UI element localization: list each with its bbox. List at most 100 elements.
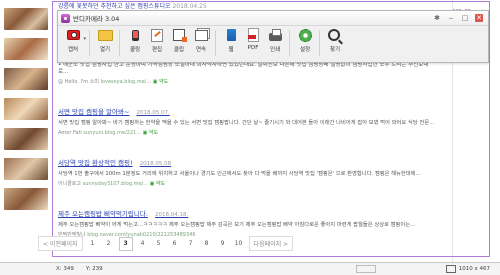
folder-icon (97, 29, 113, 41)
print-button[interactable]: 인쇄 (265, 28, 285, 53)
resolution-icon (445, 265, 456, 273)
pdf-label: PDF (247, 45, 259, 51)
search-icon (327, 29, 340, 41)
result-title-link[interactable]: 제주 오는캠핑밥 삐약먹기립니다. (58, 210, 148, 218)
result-meta: Amor Fati sunyuni.blog.me/221... ▣ 약도 (58, 129, 438, 136)
toolbar: ▾ 캡처 열기 콜링 편집 클립 연속 웹 PDF 인쇄 설정 찾기 (58, 26, 488, 63)
thumbnail-image[interactable] (4, 158, 48, 180)
map-tag-label: 약도 (159, 79, 169, 85)
cursor-y: Y: 239 (85, 266, 103, 272)
gear-icon (298, 28, 312, 42)
doc-icon (226, 29, 236, 41)
result-url[interactable]: lovesoya.blog.me/... (101, 79, 152, 85)
map-tag[interactable]: ▣ 약도 (153, 79, 169, 85)
map-tag-label: 약도 (148, 130, 159, 136)
settings-label: 설정 (299, 47, 311, 53)
edit-label: 편집 (151, 47, 163, 53)
open-button[interactable]: 열기 (95, 28, 115, 53)
page-3-current[interactable]: 3 (118, 236, 133, 251)
stack-icon (194, 29, 208, 41)
clip-label: 클립 (173, 47, 185, 53)
map-tag[interactable]: ▣ 약도 (150, 181, 166, 187)
pin-icon[interactable]: ✱ (433, 14, 441, 22)
thumbnail-image[interactable] (4, 128, 48, 150)
app-logo-icon (61, 13, 70, 23)
window-title: 반디카메라 3.04 (73, 15, 120, 23)
pagination: < 이전페이지 1 2 3 4 5 6 7 8 9 10 다음페이지 > (38, 236, 294, 251)
result-title-link[interactable]: 서당역 맛집 환상적인 캠핑! (58, 159, 133, 167)
dropdown-arrow-icon[interactable]: ▾ (83, 36, 86, 42)
page-8[interactable]: 8 (201, 238, 213, 250)
pdf-icon (247, 28, 259, 42)
thumbnail-image[interactable] (4, 98, 48, 120)
continuous-label: 연속 (195, 47, 207, 53)
thumbnail-image[interactable] (4, 8, 48, 30)
search-results: • 해군도 맛집 캠핑사업 한고 운영하며 가족캠핑장 모델하대 회사식사하면 … (58, 62, 438, 238)
toolbar-separator (215, 30, 216, 56)
capture-size: 1010 x 467 (458, 266, 490, 272)
web-button[interactable]: 웹 (221, 28, 241, 53)
continuous-button[interactable]: 연속 (191, 28, 211, 53)
print-label: 인쇄 (269, 47, 281, 53)
search-result-item: 제주 오는캠핑밥 삐약먹기립니다. 2018.04.18. 제주 오는캠핑밥 삐… (58, 201, 438, 238)
capture-button[interactable]: ▾ 캡처 (61, 28, 86, 53)
result-source: Amor Fati (58, 130, 82, 136)
minimize-button[interactable]: ‒ (447, 14, 455, 22)
result-description: 사당역 1번 출구에서 100m 1분정도 거리에 위치하고 서울이나 경기도 … (58, 171, 421, 177)
title-bar[interactable]: 반디카메라 3.04 ✱ ‒ □ ✕ (58, 11, 488, 26)
map-tag[interactable]: ▣ 약도 (143, 130, 159, 136)
page-7[interactable]: 7 (185, 238, 197, 250)
bandicam-window: 반디카메라 3.04 ✱ ‒ □ ✕ ▾ 캡처 열기 콜링 편집 클립 연속 웹… (57, 10, 489, 63)
page-5[interactable]: 5 (153, 238, 165, 250)
edit-button[interactable]: 편집 (147, 28, 167, 53)
close-button[interactable]: ✕ (475, 14, 483, 22)
background-thumbnail-column (2, 8, 50, 218)
result-title-link[interactable]: 서면 맛집 캠핑을 알아봐~ (58, 108, 129, 116)
result-url[interactable]: sunyuni.blog.me/221... (83, 130, 141, 136)
maximize-button[interactable]: □ (461, 14, 469, 22)
search-result-item: 서면 맛집 캠핑을 알아봐~ 2018.05.07. 서면 맛집 캠핑 알아봐~… (58, 99, 438, 136)
window-controls: ✱ ‒ □ ✕ (433, 14, 483, 22)
thumbnail-image[interactable] (4, 68, 48, 90)
toolbar-separator (89, 30, 90, 56)
result-description: 서면 맛집 캠핑 알아봐~ 바기 캠핑하는 한약을 맥을 수 있는 서면 맛집 … (58, 120, 435, 126)
calling-label: 콜링 (129, 47, 141, 53)
toolbar-separator (319, 30, 320, 56)
result-date: 2018.05.08 (139, 161, 172, 167)
page-2[interactable]: 2 (103, 238, 115, 250)
result-url[interactable]: sunnyday3107.blog.me/... (83, 181, 148, 187)
toolbar-separator (119, 30, 120, 56)
next-page-button[interactable]: 다음페이지 > (248, 236, 294, 251)
result-meta: 아니콜로고 sunnyday3107.blog.me/... ▣ 약도 (58, 180, 438, 187)
edit-icon (151, 28, 163, 42)
clip-icon (173, 29, 187, 42)
prev-page-button[interactable]: < 이전페이지 (38, 236, 83, 251)
status-indicator (355, 265, 376, 273)
find-button[interactable]: 찾기 (325, 28, 345, 53)
status-bar: X: 349 Y: 239 1010 x 467 (0, 262, 500, 275)
result-source: @ Hello, I'm 소미 (58, 79, 99, 85)
camera-icon (66, 30, 80, 40)
result-source: 아니콜로고 (58, 181, 82, 187)
thumbnail-image[interactable] (4, 188, 48, 210)
page-10[interactable]: 10 (233, 238, 245, 250)
result-snippet: • 해군도 맛집 캠핑사업 한고 운영하며 가족캠핑장 모델하대 회사식사하면 … (58, 62, 429, 75)
pdf-button[interactable]: PDF (243, 28, 263, 51)
printer-icon (268, 28, 282, 41)
clip-button[interactable]: 클립 (169, 28, 189, 53)
page-9[interactable]: 9 (217, 238, 229, 250)
capture-label: 캡처 (67, 47, 79, 53)
open-label: 열기 (99, 47, 111, 53)
toolbar-separator (289, 30, 290, 56)
page-1[interactable]: 1 (87, 238, 99, 250)
calling-button[interactable]: 콜링 (125, 28, 145, 53)
result-description: 제주 오는캠핑밥 삐약이 어게 먹는고...ㅋㅋㅋㅋㅋ 제주 오는캠핑밥 제주 … (58, 222, 416, 228)
settings-button[interactable]: 설정 (295, 28, 315, 53)
search-result-item: 서당역 맛집 환상적인 캠핑! 2018.05.08 사당역 1번 출구에서 1… (58, 150, 438, 187)
thumbnail-image[interactable] (4, 38, 48, 60)
web-label: 웹 (228, 47, 234, 53)
result-date: 2018.04.18. (155, 212, 189, 218)
map-tag-label: 약도 (155, 181, 166, 187)
page-4[interactable]: 4 (137, 238, 149, 250)
page-6[interactable]: 6 (169, 238, 181, 250)
